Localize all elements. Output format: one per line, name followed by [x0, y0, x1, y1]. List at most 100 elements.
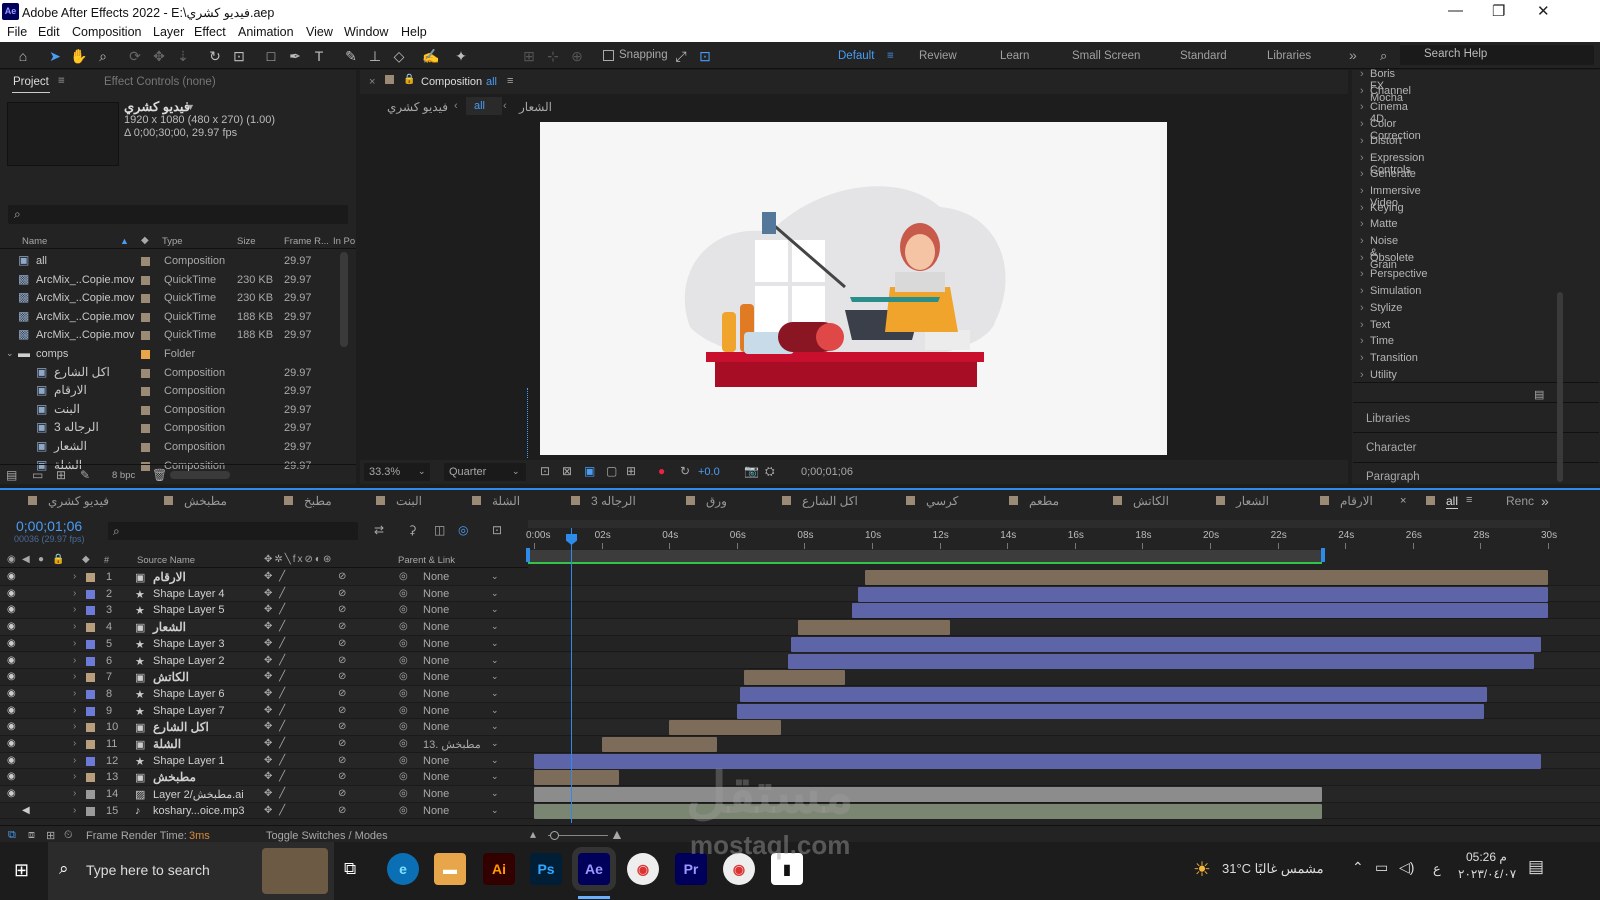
label-color-swatch[interactable]: [141, 312, 150, 322]
menu-effect[interactable]: Effect: [194, 25, 226, 39]
col-in-point[interactable]: In Po: [333, 236, 355, 247]
type-tool-icon[interactable]: T: [310, 47, 328, 65]
pickwhip-icon[interactable]: ◎: [399, 604, 408, 615]
frame-blending-icon[interactable]: ◎: [458, 523, 468, 537]
layer-switches[interactable]: ✥ ╱: [264, 571, 287, 582]
effect-category[interactable]: Transition: [1360, 352, 1418, 364]
layer-duration-bar[interactable]: [851, 603, 1548, 619]
motion-blur-icon[interactable]: ⊘: [338, 638, 346, 649]
puppet-pin-tool-icon[interactable]: ✦: [452, 47, 470, 65]
layer-name[interactable]: الشلة: [153, 737, 181, 751]
roto-brush-tool-icon[interactable]: ✍: [422, 47, 440, 65]
layer-row[interactable]: ◉ › 4 ▣ الشعار ✥ ╱ ⊘ ◎ None ⌄: [0, 619, 1600, 636]
effect-category[interactable]: Generate: [1360, 168, 1416, 180]
pickwhip-icon[interactable]: ◎: [399, 688, 408, 699]
snapshot-icon[interactable]: 📷: [744, 464, 759, 478]
layer-name[interactable]: Layer 2/مطبخش.ai: [153, 788, 244, 801]
pickwhip-icon[interactable]: ◎: [399, 771, 408, 782]
expand-arrow-icon[interactable]: ›: [73, 805, 76, 816]
col-name[interactable]: Name: [22, 236, 47, 247]
chevron-down-icon[interactable]: ▼: [186, 102, 195, 112]
layer-switches[interactable]: ✥ ╱: [264, 671, 287, 682]
comp-mini-flowchart-icon[interactable]: ⇄: [374, 523, 384, 537]
layer-duration-bar[interactable]: [790, 636, 1542, 652]
workspace-small-screen[interactable]: Small Screen: [1072, 50, 1140, 62]
menu-layer[interactable]: Layer: [153, 25, 184, 39]
parent-dropdown[interactable]: None: [423, 805, 449, 817]
layer-duration-bar[interactable]: [669, 720, 781, 736]
tab-effect-controls[interactable]: Effect Controls (none): [104, 76, 216, 88]
eye-icon[interactable]: ◉: [7, 638, 16, 649]
effect-category[interactable]: Perspective: [1360, 268, 1428, 280]
interpret-footage-icon[interactable]: ▤: [6, 468, 17, 482]
label-color-swatch[interactable]: [141, 350, 150, 359]
pen-tool-icon[interactable]: ✒: [286, 47, 304, 65]
snap-features-icon[interactable]: ⊡: [696, 47, 714, 65]
time-ruler[interactable]: 0:00s 02s 04s 06s 08s 10s 12s 14s 16s 18s 20s 22s 24…: [526, 528, 1557, 549]
weather-text[interactable]: 31°C مشمس غالبًا: [1222, 861, 1324, 877]
menu-window[interactable]: Window: [344, 25, 388, 39]
parent-dropdown[interactable]: None: [423, 755, 449, 767]
timeline-tab[interactable]: مطعم: [1029, 494, 1059, 508]
pickwhip-icon[interactable]: ◎: [399, 621, 408, 632]
project-item[interactable]: ▣ الارقام Composition 29.97: [0, 382, 360, 400]
menu-edit[interactable]: Edit: [38, 25, 60, 39]
eye-icon[interactable]: ◉: [7, 788, 16, 799]
project-item[interactable]: ▩ ArcMix_..Copie.mov QuickTime 230 KB 29.97: [0, 289, 360, 307]
project-menu-icon[interactable]: ≡: [58, 75, 65, 87]
motion-blur-icon[interactable]: ⊘: [338, 588, 346, 599]
layer-name[interactable]: الشعار: [153, 620, 186, 634]
expand-arrow-icon[interactable]: ⌄: [6, 348, 14, 359]
motion-blur-icon[interactable]: ⊘: [338, 705, 346, 716]
pickwhip-icon[interactable]: ◎: [399, 671, 408, 682]
label-color-swatch[interactable]: [86, 656, 95, 666]
project-item[interactable]: ▣ اكل الشارع Composition 29.97: [0, 364, 360, 382]
layer-row[interactable]: ◉ › 10 ▣ اكل الشارع ✥ ╱ ⊘ ◎ None ⌄: [0, 719, 1600, 736]
timeline-tab[interactable]: الشعار: [1236, 494, 1269, 508]
workspace-learn[interactable]: Learn: [1000, 50, 1029, 62]
timeline-tab[interactable]: all: [1446, 494, 1459, 509]
expand-arrow-icon[interactable]: ›: [73, 755, 76, 766]
layer-name[interactable]: Shape Layer 3: [153, 638, 225, 650]
snap-edges-icon[interactable]: ⤢: [672, 47, 690, 65]
tray-overflow-icon[interactable]: ⌃: [1352, 859, 1364, 876]
zoom-tool-icon[interactable]: ⌕: [94, 47, 112, 65]
rotate-tool-icon[interactable]: ↻: [206, 47, 224, 65]
label-color-swatch[interactable]: [86, 806, 95, 816]
col-type[interactable]: Type: [162, 236, 183, 247]
zoom-out-icon[interactable]: ▴: [530, 827, 536, 841]
expand-arrow-icon[interactable]: ›: [73, 588, 76, 599]
task-view-icon[interactable]: ⧉: [344, 859, 356, 879]
layer-switches[interactable]: ✥ ╱: [264, 621, 287, 632]
close-tab-icon[interactable]: ×: [1400, 495, 1406, 507]
parent-dropdown[interactable]: None: [423, 688, 449, 700]
layer-name[interactable]: Shape Layer 4: [153, 588, 225, 600]
close-button[interactable]: ✕: [1537, 2, 1550, 20]
motion-blur-icon[interactable]: ⊘: [338, 738, 346, 749]
menu-view[interactable]: View: [306, 25, 333, 39]
workspace-standard[interactable]: Standard: [1180, 50, 1227, 62]
zoom-slider-handle[interactable]: [550, 831, 559, 840]
expand-arrow-icon[interactable]: ›: [73, 604, 76, 615]
rectangle-tool-icon[interactable]: □: [262, 47, 280, 65]
expand-arrow-icon[interactable]: ›: [73, 738, 76, 749]
layer-switches[interactable]: ✥ ╱: [264, 788, 287, 799]
motion-blur-icon[interactable]: ⊘: [338, 688, 346, 699]
weather-icon[interactable]: ☀: [1193, 857, 1211, 882]
tab-project[interactable]: Project: [13, 76, 49, 88]
project-item[interactable]: ▣ الشعار Composition 29.97: [0, 438, 360, 456]
parent-dropdown[interactable]: None: [423, 588, 449, 600]
layer-duration-bar[interactable]: [534, 803, 1322, 819]
layer-duration-bar[interactable]: [740, 686, 1488, 702]
after-effects-icon[interactable]: Ae: [578, 853, 610, 885]
layer-name[interactable]: اكل الشارع: [153, 720, 209, 734]
pickwhip-icon[interactable]: ◎: [399, 805, 408, 816]
transfer-controls-icon[interactable]: ⧈: [28, 829, 35, 842]
layer-duration-bar[interactable]: [534, 787, 1322, 803]
label-color-swatch[interactable]: [141, 368, 150, 378]
timeline-tab[interactable]: مطبخش: [184, 494, 227, 508]
layer-search-input[interactable]: [108, 522, 358, 540]
input-language[interactable]: ع: [1433, 861, 1441, 877]
pickwhip-icon[interactable]: ◎: [399, 738, 408, 749]
pan-tool-icon[interactable]: ✥: [150, 47, 168, 65]
